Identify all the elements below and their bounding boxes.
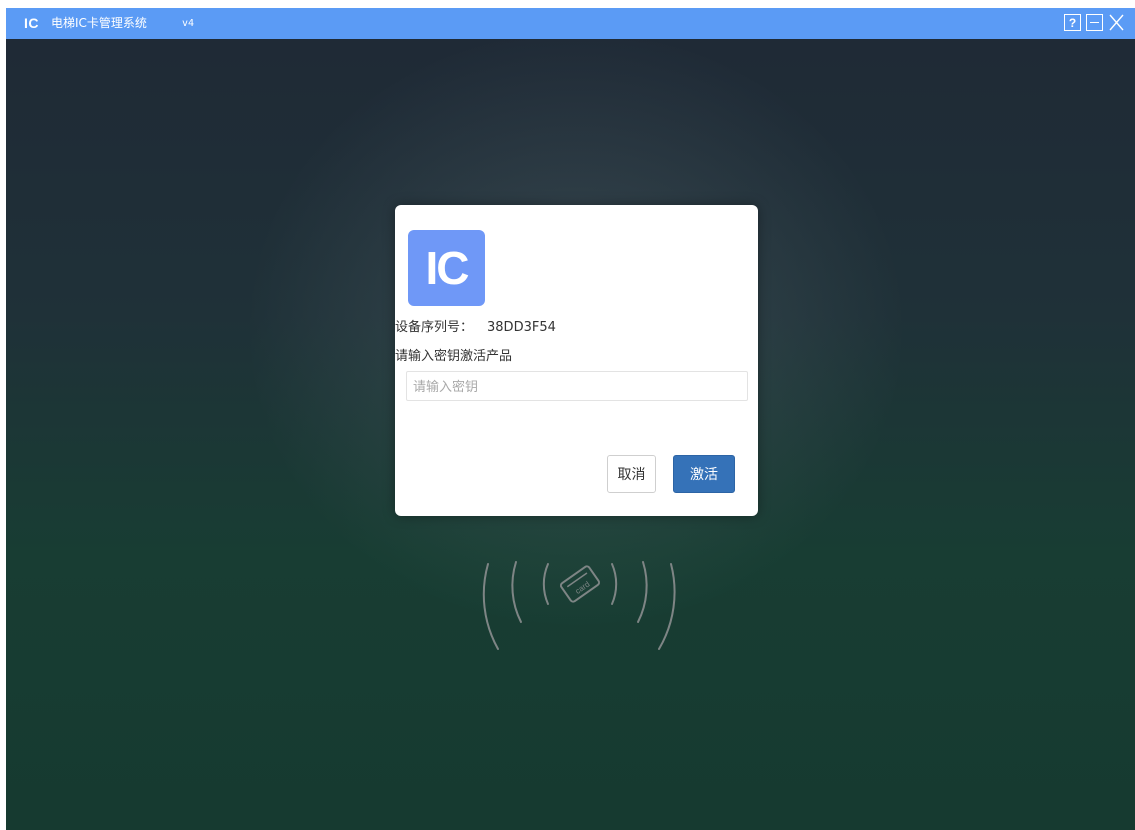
dialog-logo: IC xyxy=(408,230,485,306)
activation-key-input[interactable] xyxy=(406,371,748,401)
inner-left-wave xyxy=(542,563,549,605)
app-logo: IC xyxy=(24,15,39,31)
card-icon: card xyxy=(559,565,601,603)
question-icon: ? xyxy=(1068,15,1077,30)
help-button[interactable]: ? xyxy=(1064,14,1081,31)
title-bar[interactable]: IC 电梯IC卡管理系统 v4 ? xyxy=(6,8,1135,39)
outer-right-wave xyxy=(658,563,676,650)
dialog-logo-text: IC xyxy=(425,242,470,294)
main-content: card IC 设备序列号： 38DD3F54 请输入密钥激活产品 取消 激活 xyxy=(6,39,1135,830)
outer-left-wave xyxy=(482,563,499,650)
minimize-button[interactable] xyxy=(1086,14,1103,31)
activate-button[interactable]: 激活 xyxy=(673,455,735,493)
minimize-icon xyxy=(1090,22,1099,23)
close-button[interactable] xyxy=(1108,14,1125,31)
card-label: card xyxy=(574,580,592,596)
middle-right-wave xyxy=(637,561,648,623)
serial-label: 设备序列号： xyxy=(395,320,474,335)
app-title: 电梯IC卡管理系统 xyxy=(51,16,147,30)
activation-dialog: IC 设备序列号： 38DD3F54 请输入密钥激活产品 取消 激活 xyxy=(395,205,758,516)
middle-left-wave xyxy=(511,561,522,623)
serial-value: 38DD3F54 xyxy=(487,320,556,335)
app-version: v4 xyxy=(182,18,195,29)
app-window: IC 电梯IC卡管理系统 v4 ? card IC 设备序列号： 38DD3F5… xyxy=(6,8,1135,830)
serial-row: 设备序列号： 38DD3F54 xyxy=(395,316,556,335)
close-icon xyxy=(1109,14,1124,31)
card-reader-icon: card xyxy=(482,561,676,650)
cancel-button[interactable]: 取消 xyxy=(607,455,656,493)
activation-prompt: 请输入密钥激活产品 xyxy=(395,349,513,364)
inner-right-wave xyxy=(611,563,618,605)
